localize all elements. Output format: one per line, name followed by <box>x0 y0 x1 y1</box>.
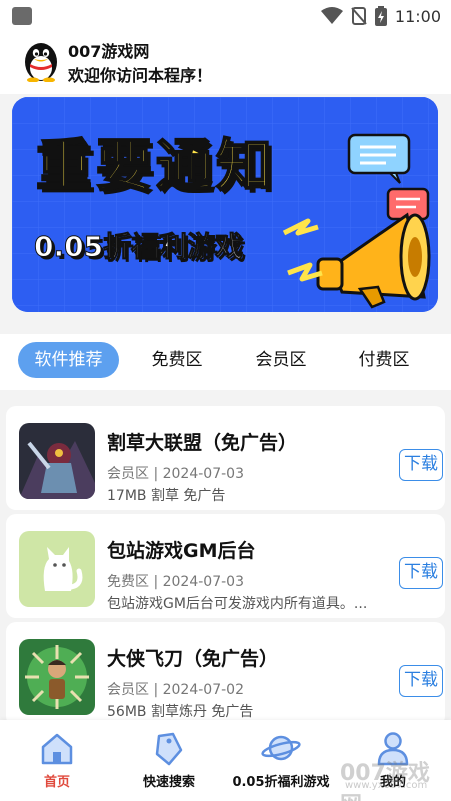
nav-home[interactable]: 首页 <box>2 720 112 801</box>
download-button[interactable]: 下载 <box>399 557 443 589</box>
category-tabs: 软件推荐 免费区 会员区 付费区 <box>0 334 451 390</box>
tab-paid-zone[interactable]: 付费区 <box>349 342 419 378</box>
app-meta: 会员区 | 2024-07-03 <box>107 466 244 482</box>
banner-subtitle: 0.05折福利游戏 <box>33 230 244 264</box>
app-desc: 56MB 割草炼丹 免广告 <box>107 704 254 720</box>
app-desc: 17MB 割草 免广告 <box>107 488 226 504</box>
banner-title: 重要通知 <box>35 133 276 200</box>
app-name: 割草大联盟（免广告） <box>107 432 298 454</box>
nav-label: 快速搜索 <box>142 775 195 790</box>
tab-software-recommend[interactable]: 软件推荐 <box>18 342 119 378</box>
watermark: 007游戏网 <box>340 761 430 801</box>
wifi-icon <box>320 7 343 24</box>
tag-search-icon <box>155 732 183 766</box>
status-bar: 11:00 <box>0 0 451 32</box>
notification-icon <box>12 7 32 25</box>
app-thumbnail <box>19 423 95 499</box>
app-meta: 免费区 | 2024-07-03 <box>107 574 244 590</box>
app-meta: 会员区 | 2024-07-02 <box>107 682 244 698</box>
list-item[interactable]: 大侠飞刀（免广告） 会员区 | 2024-07-02 56MB 割草炼丹 免广告… <box>6 622 445 726</box>
planet-icon <box>261 735 301 761</box>
tab-free-zone[interactable]: 免费区 <box>142 342 212 378</box>
app-name: 大侠飞刀（免广告） <box>107 648 279 670</box>
list-item[interactable]: 包站游戏GM后台 免费区 | 2024-07-03 包站游戏GM后台可发游戏内所… <box>6 514 445 618</box>
battery-charging-icon <box>374 6 387 26</box>
status-icons: 11:00 <box>320 6 441 26</box>
download-button[interactable]: 下载 <box>399 449 443 481</box>
nav-label: 首页 <box>43 775 70 790</box>
notice-banner[interactable]: 重要通知 0.05折福利游戏 <box>12 97 438 312</box>
welcome-text: 欢迎你访问本程序！ <box>68 66 213 85</box>
app-name: 包站游戏GM后台 <box>107 540 256 562</box>
list-item[interactable]: 割草大联盟（免广告） 会员区 | 2024-07-03 17MB 割草 免广告 … <box>6 406 445 510</box>
app-name: 007游戏网 <box>68 42 150 61</box>
download-button[interactable]: 下载 <box>399 665 443 697</box>
app-header: 007游戏网 欢迎你访问本程序！ <box>0 32 451 94</box>
nav-quick-search[interactable]: 快速搜索 <box>114 720 224 801</box>
home-icon <box>41 733 73 765</box>
app-thumbnail <box>19 531 95 607</box>
tab-member-zone[interactable]: 会员区 <box>246 342 316 378</box>
nav-welfare-games[interactable]: 0.05折福利游戏 <box>226 720 336 801</box>
watermark-url: www.yx007.com <box>345 780 428 791</box>
nav-label: 0.05折福利游戏 <box>232 775 330 790</box>
penguin-avatar-icon[interactable] <box>22 40 60 82</box>
no-sim-icon <box>351 7 367 25</box>
clock: 11:00 <box>394 6 441 26</box>
app-thumbnail <box>19 639 95 715</box>
app-desc: 包站游戏GM后台可发游戏内所有道具。... <box>107 596 368 612</box>
